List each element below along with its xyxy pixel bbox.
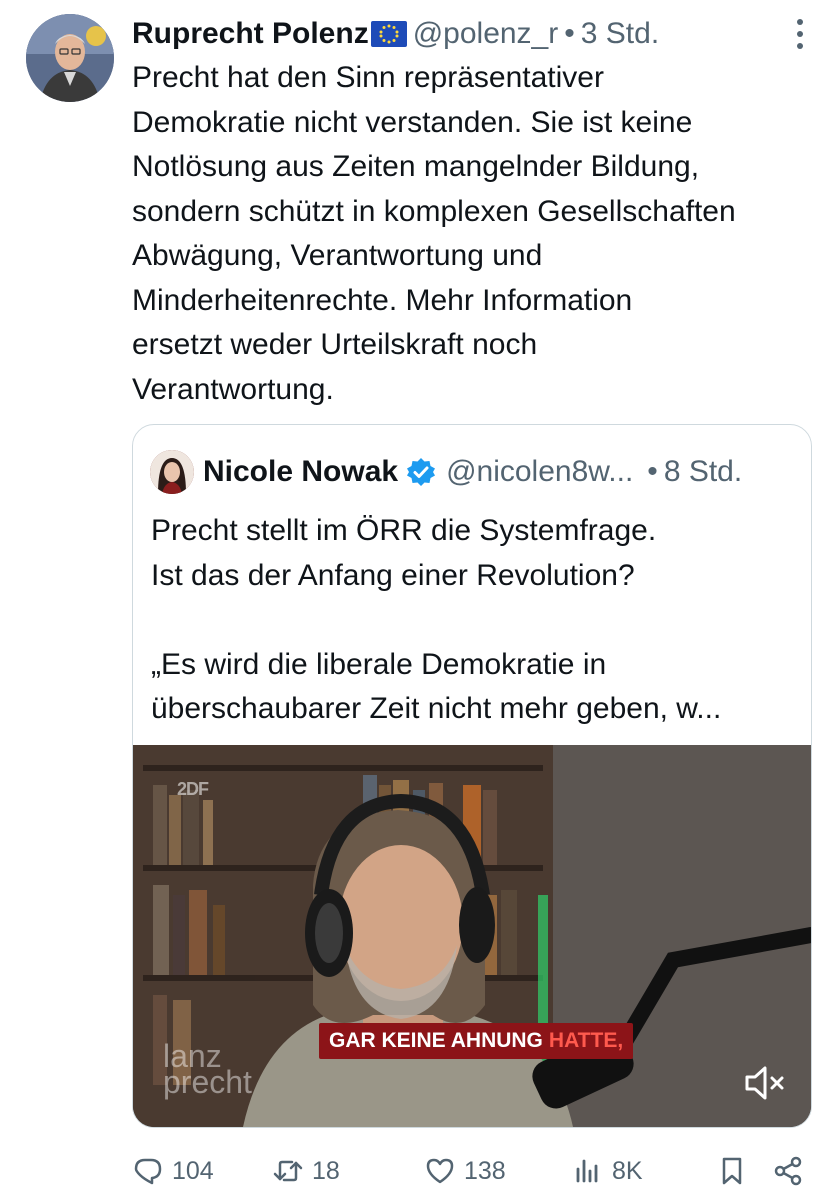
share-icon	[774, 1156, 802, 1186]
views-button[interactable]: 8K	[572, 1148, 643, 1194]
subtitle-highlight: HATTE,	[548, 1029, 624, 1052]
quoted-tweet-time[interactable]: 8 Std.	[664, 455, 742, 489]
video-subtitle: GAR KEINE AHNUNG HATTE,	[319, 1023, 634, 1059]
bookmark-icon	[722, 1157, 742, 1185]
author-name[interactable]: Ruprecht Polenz	[132, 17, 369, 51]
separator-dot: •	[647, 455, 658, 488]
tweet-text-line: Abwägung, Verantwortung und	[132, 239, 543, 272]
quoted-text-line: Precht stellt im ÖRR die Systemfrage.	[151, 514, 657, 547]
author-avatar[interactable]	[26, 14, 114, 102]
show-watermark: lanz precht	[163, 1040, 252, 1100]
video-player[interactable]: 2DF lanz precht GAR KEINE AHNUNG HATTE,	[133, 745, 811, 1127]
separator-dot: •	[564, 17, 575, 50]
quoted-text-line: „Es wird die liberale Demokratie in	[151, 647, 607, 681]
tweet-text-line: sondern schützt in komplexen Gesellschaf…	[132, 194, 736, 228]
subtitle-text: GAR KEINE AHNUNG	[329, 1029, 543, 1052]
reply-button[interactable]: 104	[132, 1148, 214, 1194]
quoted-text-line	[151, 598, 801, 643]
avatar-photo	[26, 14, 114, 102]
tweet-text-line: Demokratie nicht verstanden. Sie ist kei…	[132, 105, 693, 139]
tweet-text-line: ersetzt weder Urteilskraft noch	[132, 328, 538, 361]
tweet-text: Precht hat den Sinn repräsentativer Demo…	[132, 56, 822, 412]
quoted-tweet-header: Nicole Nowak @nicolen8w... • 8 Std.	[203, 450, 797, 494]
quoted-text-line: Ist das der Anfang einer Revolution?	[151, 558, 635, 592]
retweet-icon	[273, 1160, 303, 1182]
watermark-line: precht	[163, 1064, 252, 1100]
tweet-text-line: Minderheitenrechte. Mehr Information	[132, 283, 633, 317]
more-options-icon[interactable]	[792, 16, 808, 52]
like-count: 138	[464, 1156, 506, 1185]
bookmark-button[interactable]	[716, 1148, 756, 1194]
tweet-header: Ruprecht Polenz @polenz_r • 3 Std.	[132, 14, 778, 54]
tweet-text-line: Precht hat den Sinn repräsentativer	[132, 61, 604, 94]
quoted-tweet-card[interactable]: Nicole Nowak @nicolen8w... • 8 Std. Prec…	[132, 424, 812, 1128]
quoted-author-name[interactable]: Nicole Nowak	[203, 455, 398, 489]
verified-badge-icon	[407, 458, 436, 486]
quoted-author-avatar[interactable]	[150, 450, 194, 494]
reply-count: 104	[172, 1156, 214, 1185]
share-button[interactable]	[772, 1148, 812, 1194]
retweet-button[interactable]: 18	[272, 1148, 340, 1194]
quoted-tweet-text: Precht stellt im ÖRR die Systemfrage. Is…	[151, 509, 801, 732]
tweet-action-bar: 104 18 138 8K	[132, 1148, 822, 1194]
quoted-author-handle[interactable]: @nicolen8w...	[446, 455, 633, 489]
like-button[interactable]: 138	[424, 1148, 506, 1194]
channel-logo: 2DF	[177, 779, 209, 799]
retweet-count: 18	[312, 1156, 340, 1185]
author-handle[interactable]: @polenz_r	[413, 17, 559, 51]
eu-flag-icon	[370, 21, 407, 47]
tweet-time[interactable]: 3 Std.	[581, 17, 659, 51]
tweet-text-line: Notlösung aus Zeiten mangelnder Bildung,	[132, 150, 700, 183]
quoted-text-line: überschaubarer Zeit nicht mehr geben, w.…	[151, 692, 722, 725]
views-chart-icon	[576, 1159, 598, 1183]
reply-icon	[134, 1158, 162, 1185]
quoted-avatar-photo	[150, 450, 194, 494]
heart-icon	[426, 1158, 454, 1184]
views-count: 8K	[612, 1156, 643, 1185]
tweet-text-line: Verantwortung.	[132, 372, 334, 406]
speaker-muted-icon[interactable]	[741, 1061, 791, 1105]
